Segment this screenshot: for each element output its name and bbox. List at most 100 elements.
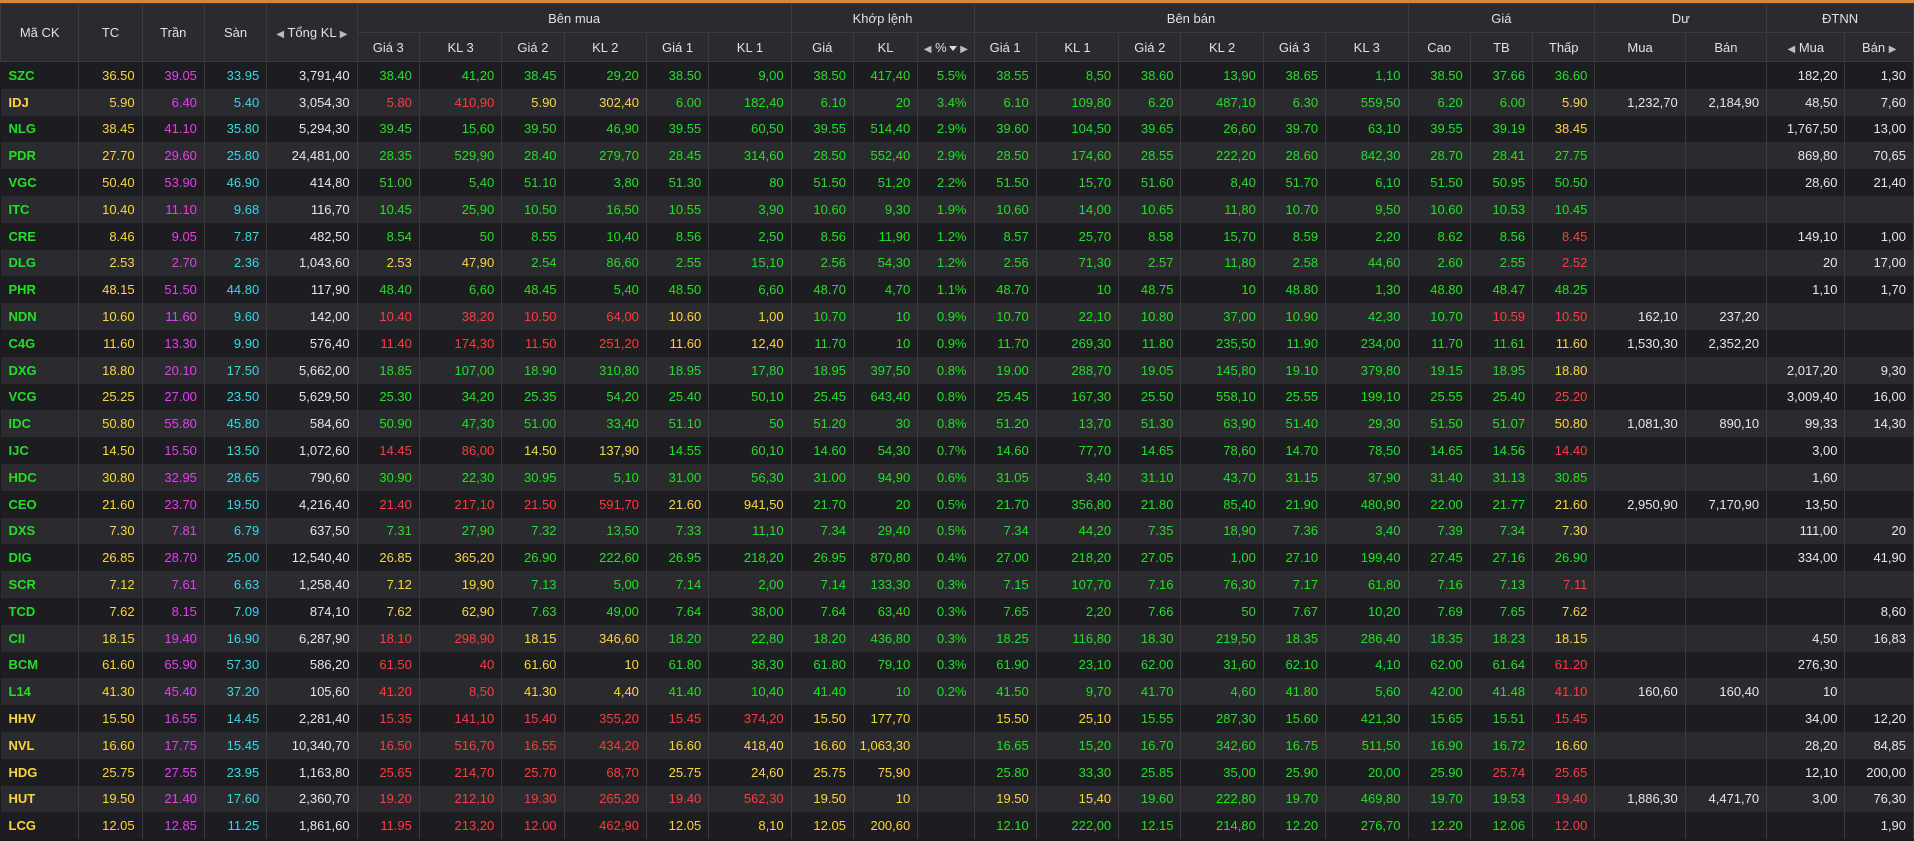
cell-foreign-buy: 1,10 [1766,276,1846,304]
col-header-total-volume[interactable]: ◀ Tổng KL ▶ [266,3,358,62]
col-header-sell-price-2[interactable]: Giá 2 [1118,32,1182,62]
table-row[interactable]: NDN 10.60 11.60 9.60 142,00 10.40 38,20 10.50 64… [0,303,1914,330]
table-row[interactable]: ITC 10.40 11.10 9.68 116,70 10.45 25,90 10.50 16… [0,195,1914,223]
cell-symbol[interactable]: IJC [0,437,80,464]
col-header-foreign-buy[interactable]: ◀ Mua [1766,32,1846,62]
cell-symbol[interactable]: CII [0,624,80,652]
cell-symbol[interactable]: PHR [0,276,80,304]
table-row[interactable]: HDC 30.80 32.95 28.65 790,60 30.90 22,30 30.95 5… [0,463,1914,491]
scroll-right-icon[interactable]: ▶ [960,44,968,55]
col-header-ceiling[interactable]: Trần [141,3,205,62]
table-row[interactable]: BCM 61.60 65.90 57.30 586,20 61.50 40 61.60 10 61… [0,651,1914,679]
cell-symbol[interactable]: VCG [0,383,80,411]
table-row[interactable]: PHR 48.15 51.50 44.80 117,90 48.40 6,60 48.45 5,… [0,276,1914,304]
col-header-sell-price-1[interactable]: Giá 1 [973,32,1037,62]
col-header-ref[interactable]: TC [78,3,143,62]
col-header-remain-buy[interactable]: Mua [1594,32,1686,62]
table-row[interactable]: CRE 8.46 9.05 7.87 482,50 8.54 50 8.55 10,40 8.56… [0,222,1914,250]
table-row[interactable]: DXG 18.80 20.10 17.50 5,662,00 18.85 107,00 18.… [0,356,1914,384]
cell-symbol[interactable]: ITC [0,195,80,223]
cell-symbol[interactable]: SZC [0,61,80,89]
table-row[interactable]: IDJ 5.90 6.40 5.40 3,054,30 5.80 410,90 5.90 302… [0,88,1914,116]
table-row[interactable]: IDC 50.80 55.80 45.80 584,60 50.90 47,30 51.00 3… [0,410,1914,438]
cell-symbol[interactable]: TCD [0,597,80,625]
cell-high: 8.62 [1408,222,1471,250]
cell-symbol[interactable]: CEO [0,490,80,518]
table-row[interactable]: NLG 38.45 41.10 35.80 5,294,30 39.45 15,60 39.5… [0,115,1914,143]
table-row[interactable]: L14 41.30 45.40 37.20 105,60 41.20 8,50 41.30 4,… [0,678,1914,706]
scroll-left-icon[interactable]: ◀ [276,29,284,40]
col-header-sell-price-3[interactable]: Giá 3 [1262,32,1327,62]
cell-symbol[interactable]: IDJ [0,88,80,116]
col-header-buy-vol-3[interactable]: KL 3 [418,32,503,62]
cell-symbol[interactable]: C4G [0,329,80,357]
col-header-sell-vol-1[interactable]: KL 1 [1035,32,1120,62]
col-header-symbol[interactable]: Mã CK [0,3,80,62]
cell-symbol[interactable]: IDC [0,410,80,438]
col-header-avg[interactable]: TB [1469,32,1534,62]
col-header-buy-vol-1[interactable]: KL 1 [708,32,792,62]
cell-symbol[interactable]: HUT [0,785,80,813]
cell-sell-price-1: 7.34 [974,517,1037,545]
col-header-buy-vol-2[interactable]: KL 2 [563,32,647,62]
scroll-left-icon[interactable]: ◀ [1787,44,1795,55]
table-row[interactable]: DIG 26.85 28.70 25.00 12,540,40 26.85 365,20 26… [0,544,1914,572]
col-header-change-pct[interactable]: ◀ % ▶ [917,32,975,62]
cell-symbol[interactable]: DXG [0,356,80,384]
cell-symbol[interactable]: SCR [0,571,80,598]
cell-match-price: 31.00 [791,463,854,491]
cell-symbol[interactable]: DLG [0,249,80,277]
cell-foreign-buy: 13,50 [1766,490,1846,518]
cell-symbol[interactable]: L14 [0,678,80,706]
scroll-left-icon[interactable]: ◀ [924,44,932,55]
cell-symbol[interactable]: VGC [0,169,80,196]
table-row[interactable]: CII 18.15 19.40 16.90 6,287,90 18.10 298,90 18.… [0,624,1914,652]
table-row[interactable]: DXS 7.30 7.81 6.79 637,50 7.31 27,90 7.32 13,50 7… [0,517,1914,545]
col-header-high[interactable]: Cao [1407,32,1471,62]
table-row[interactable]: TCD 7.62 8.15 7.09 874,10 7.62 62,90 7.63 49,00 7… [0,597,1914,625]
scroll-right-icon[interactable]: ▶ [1889,44,1897,55]
table-row[interactable]: DLG 2.53 2.70 2.36 1,043,60 2.53 47,90 2.54 86,6… [0,249,1914,277]
table-row[interactable]: IJC 14.50 15.50 13.50 1,072,60 14.45 86,00 14.5… [0,437,1914,464]
table-row[interactable]: HUT 19.50 21.40 17.60 2,360,70 19.20 212,10 19.… [0,785,1914,813]
table-row[interactable]: SCR 7.12 7.61 6.63 1,258,40 7.12 19,90 7.13 5,00… [0,571,1914,598]
col-header-low[interactable]: Thấp [1532,32,1596,62]
cell-match-price: 14.60 [791,437,854,464]
cell-symbol[interactable]: DIG [0,544,80,572]
col-header-buy-price-3[interactable]: Giá 3 [356,32,420,62]
col-header-buy-price-2[interactable]: Giá 2 [501,32,565,62]
table-row[interactable]: HHV 15.50 16.55 14.45 2,281,40 15.35 141,10 15.… [0,705,1914,732]
col-header-remain-sell[interactable]: Bán [1684,32,1768,62]
table-row[interactable]: CEO 21.60 23.70 19.50 4,216,40 21.40 217,10 21.… [0,490,1914,518]
cell-symbol[interactable]: NLG [0,115,80,143]
table-row[interactable]: PDR 27.70 29.60 25.80 24,481,00 28.35 529,90 28… [0,142,1914,170]
cell-symbol[interactable]: HDG [0,758,80,786]
table-row[interactable]: VCG 25.25 27.00 23.50 5,629,50 25.30 34,20 25.3… [0,383,1914,411]
col-header-sell-vol-2[interactable]: KL 2 [1180,32,1264,62]
cell-total-volume: 105,60 [266,678,358,706]
cell-symbol[interactable]: NVL [0,731,80,759]
col-header-foreign-sell[interactable]: Bán ▶ [1844,32,1914,62]
table-row[interactable]: NVL 16.60 17.75 15.45 10,340,70 16.50 516,70 16… [0,731,1914,759]
table-row[interactable]: LCG 12.05 12.85 11.25 1,861,60 11.95 213,20 12.… [0,812,1914,840]
cell-symbol[interactable]: NDN [0,303,80,330]
col-header-match-vol[interactable]: KL [852,32,919,62]
cell-symbol[interactable]: HHV [0,705,80,732]
cell-symbol[interactable]: LCG [0,812,80,840]
col-header-match-price[interactable]: Giá [790,32,854,62]
table-row[interactable]: HDG 25.75 27.55 23.95 1,163,80 25.65 214,70 25.… [0,758,1914,786]
cell-high: 48.80 [1408,276,1471,304]
table-row[interactable]: VGC 50.40 53.90 46.90 414,80 51.00 5,40 51.10 3,… [0,169,1914,196]
table-row[interactable]: C4G 11.60 13.30 9.90 576,40 11.40 174,30 11.50 2… [0,329,1914,357]
col-header-sell-vol-3[interactable]: KL 3 [1325,32,1409,62]
scroll-right-icon[interactable]: ▶ [340,29,348,40]
col-header-buy-price-1[interactable]: Giá 1 [645,32,710,62]
cell-symbol[interactable]: DXS [0,517,80,545]
col-header-floor[interactable]: Sàn [203,3,268,62]
table-row[interactable]: SZC 36.50 39.05 33.95 3,791,40 38.40 41,20 38.4… [0,61,1914,89]
cell-symbol[interactable]: CRE [0,222,80,250]
cell-symbol[interactable]: BCM [0,651,80,679]
cell-foreign-sell: 7,60 [1844,88,1914,116]
cell-symbol[interactable]: HDC [0,463,80,491]
cell-symbol[interactable]: PDR [0,142,80,170]
